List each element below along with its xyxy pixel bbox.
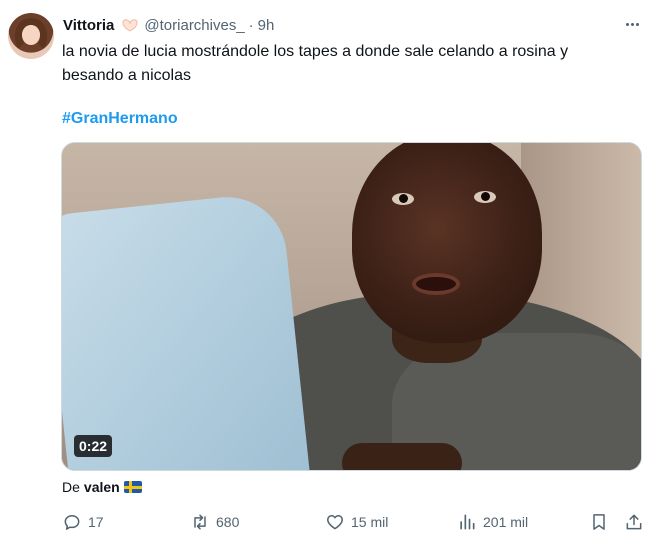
video-pupil-right	[481, 192, 490, 201]
share-icon	[626, 514, 642, 530]
video-attribution[interactable]: De valen	[62, 478, 142, 496]
share-button[interactable]	[624, 508, 644, 536]
tweet[interactable]: Vittoria @toriarchives_ · 9h la novia de…	[0, 0, 652, 547]
bookmark-button[interactable]	[589, 508, 609, 536]
views-chart-icon	[460, 514, 475, 530]
display-name[interactable]: Vittoria	[63, 17, 114, 34]
like-count: 15 mil	[351, 514, 389, 530]
sweden-flag-icon	[123, 481, 142, 493]
views-count: 201 mil	[483, 514, 529, 530]
video-hand	[342, 443, 462, 470]
retweet-icon	[194, 514, 206, 530]
video-pillow	[62, 191, 311, 470]
attribution-name[interactable]: valen	[84, 478, 120, 496]
reply-count: 17	[88, 514, 104, 530]
avatar[interactable]	[8, 13, 54, 59]
video-head	[352, 143, 542, 343]
handle[interactable]: @toriarchives_	[144, 17, 244, 34]
separator-dot: ·	[248, 16, 254, 34]
more-dot	[625, 22, 629, 26]
attribution-prefix: De	[62, 479, 80, 495]
timestamp[interactable]: 9h	[258, 17, 275, 34]
more-dot	[635, 22, 639, 26]
views-button[interactable]: 201 mil	[457, 508, 528, 536]
reply-button[interactable]: 17	[62, 508, 104, 536]
video-pupil-left	[399, 194, 408, 203]
retweet-button[interactable]: 680	[190, 508, 239, 536]
action-bar: 17 680 15 mil 201 mil	[0, 508, 652, 536]
video-player[interactable]: 0:22	[61, 142, 642, 471]
video-mouth	[412, 273, 460, 295]
more-dot	[630, 22, 634, 26]
hashtag-link[interactable]: #GranHermano	[62, 107, 178, 131]
heart-icon	[327, 515, 343, 530]
more-options-button[interactable]	[620, 14, 644, 34]
video-duration: 0:22	[74, 435, 113, 457]
tweet-header: Vittoria @toriarchives_ · 9h	[63, 15, 274, 35]
tweet-text: la novia de lucia mostrándole los tapes …	[62, 43, 569, 84]
reply-icon	[64, 515, 80, 530]
retweet-count: 680	[216, 514, 240, 530]
like-button[interactable]: 15 mil	[325, 508, 388, 536]
avatar-face	[22, 25, 40, 45]
bookmark-icon	[593, 514, 605, 530]
heart-hands-emoji-icon	[120, 18, 140, 32]
